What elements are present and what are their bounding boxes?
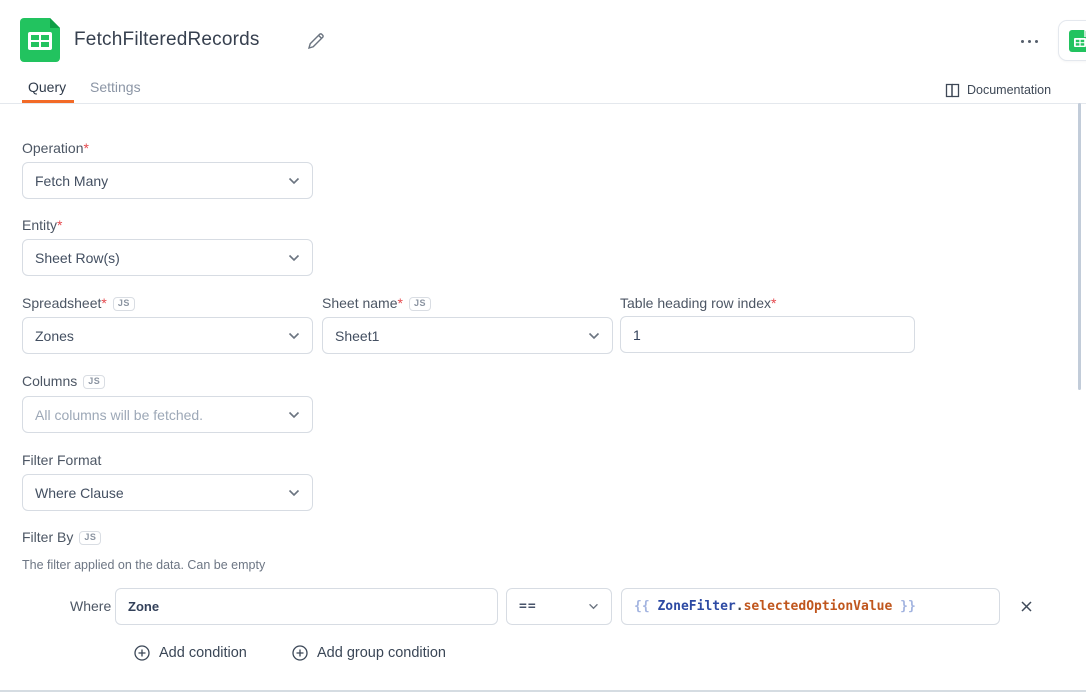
js-toggle-badge[interactable]: JS <box>79 531 101 545</box>
plus-circle-icon <box>292 645 308 661</box>
sheet-name-value: Sheet1 <box>335 328 580 344</box>
field-label: Operation* <box>22 140 89 157</box>
add-group-condition-button[interactable]: Add group condition <box>292 643 446 663</box>
required-marker: * <box>83 140 88 156</box>
js-toggle-badge[interactable]: JS <box>83 375 105 389</box>
filter-by-helper-text: The filter applied on the data. Can be e… <box>22 558 265 572</box>
field-label: Spreadsheet*JS <box>22 295 135 312</box>
google-sheets-icon <box>20 18 60 62</box>
bottom-divider <box>0 690 1086 692</box>
more-menu-button[interactable] <box>1016 33 1042 49</box>
columns-select[interactable]: All columns will be fetched. <box>22 396 313 433</box>
entity-value: Sheet Row(s) <box>35 250 280 266</box>
field-sheet-name: Sheet name*JS <box>322 295 431 312</box>
operation-value: Fetch Many <box>35 173 280 189</box>
ellipsis-icon <box>1028 40 1031 43</box>
close-icon <box>1020 600 1033 613</box>
spreadsheet-select[interactable]: Zones <box>22 317 313 354</box>
filter-format-select[interactable]: Where Clause <box>22 474 313 511</box>
js-toggle-badge[interactable]: JS <box>409 297 431 311</box>
operation-select[interactable]: Fetch Many <box>22 162 313 199</box>
field-label: Filter ByJS <box>22 529 101 546</box>
field-label: ColumnsJS <box>22 373 105 390</box>
field-filter-by: Filter ByJS <box>22 529 101 546</box>
entity-select[interactable]: Sheet Row(s) <box>22 239 313 276</box>
field-table-heading-row-index: Table heading row index* <box>620 295 776 312</box>
chevron-down-icon <box>588 603 599 610</box>
add-condition-button[interactable]: Add condition <box>134 643 247 663</box>
required-marker: * <box>771 295 776 311</box>
chevron-down-icon <box>288 411 300 419</box>
js-toggle-badge[interactable]: JS <box>113 297 135 311</box>
required-marker: * <box>101 295 106 311</box>
field-label: Table heading row index* <box>620 295 776 312</box>
tab-bar: Query Settings <box>0 79 1086 104</box>
chevron-down-icon <box>288 254 300 262</box>
header-divider <box>0 103 1086 104</box>
book-icon <box>945 83 960 98</box>
where-label: Where <box>70 598 111 614</box>
field-filter-format: Filter Format <box>22 452 101 469</box>
field-operation: Operation* <box>22 140 89 157</box>
chevron-down-icon <box>288 489 300 497</box>
chevron-down-icon <box>288 332 300 340</box>
tab-query[interactable]: Query <box>28 79 66 95</box>
documentation-label: Documentation <box>967 83 1051 97</box>
field-spreadsheet: Spreadsheet*JS <box>22 295 135 312</box>
binding-expression: {{ ZoneFilter.selectedOptionValue }} <box>634 599 916 614</box>
condition-value-code-input[interactable]: {{ ZoneFilter.selectedOptionValue }} <box>621 588 1000 625</box>
edit-title-pencil-icon[interactable] <box>306 31 326 51</box>
field-label: Sheet name*JS <box>322 295 431 312</box>
query-editor: FetchFilteredRecords Query Settings <box>0 0 1086 699</box>
add-group-condition-label: Add group condition <box>317 645 446 661</box>
field-entity: Entity* <box>22 217 62 234</box>
documentation-link[interactable]: Documentation <box>945 81 1051 99</box>
chevron-down-icon <box>288 177 300 185</box>
ellipsis-icon <box>1021 40 1024 43</box>
table-heading-row-index-input[interactable] <box>620 316 915 353</box>
google-sheets-small-icon <box>1069 30 1086 52</box>
required-marker: * <box>57 217 62 233</box>
condition-column-input[interactable] <box>115 588 498 625</box>
required-marker: * <box>398 295 403 311</box>
tab-settings[interactable]: Settings <box>90 79 141 95</box>
condition-operator-value: == <box>519 599 580 614</box>
plus-circle-icon <box>134 645 150 661</box>
field-columns: ColumnsJS <box>22 373 105 390</box>
field-label: Entity* <box>22 217 62 234</box>
sheet-name-select[interactable]: Sheet1 <box>322 317 613 354</box>
condition-operator-select[interactable]: == <box>506 588 612 625</box>
datasource-card[interactable] <box>1058 20 1086 61</box>
remove-condition-button[interactable] <box>1015 595 1037 617</box>
page-title: FetchFilteredRecords <box>74 29 260 51</box>
columns-placeholder: All columns will be fetched. <box>35 407 280 423</box>
ellipsis-icon <box>1035 40 1038 43</box>
vertical-scrollbar[interactable] <box>1078 103 1081 390</box>
chevron-down-icon <box>588 332 600 340</box>
filter-format-value: Where Clause <box>35 485 280 501</box>
field-label: Filter Format <box>22 452 101 469</box>
spreadsheet-value: Zones <box>35 328 280 344</box>
add-condition-label: Add condition <box>159 645 247 661</box>
